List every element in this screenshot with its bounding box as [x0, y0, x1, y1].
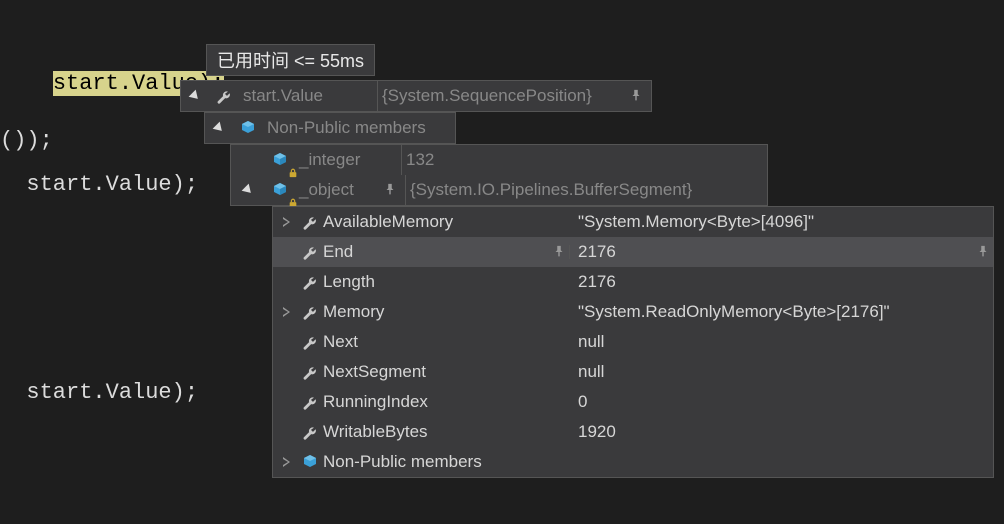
nonpublic-label: Non-Public members: [267, 118, 426, 138]
prop-value: "System.ReadOnlyMemory<Byte>[2176]": [578, 302, 890, 322]
table-row[interactable]: Next null: [273, 327, 993, 357]
prop-value: 0: [578, 392, 587, 412]
expander-nonpublic[interactable]: [205, 113, 233, 143]
wrench-icon: [299, 214, 321, 230]
table-row[interactable]: AvailableMemory "System.Memory<Byte>[4096…: [273, 207, 993, 237]
prop-name: WritableBytes: [323, 422, 428, 442]
wrench-icon: [299, 364, 321, 380]
prop-value: 2176: [578, 242, 616, 262]
expander-object[interactable]: [231, 175, 265, 205]
prop-name: AvailableMemory: [323, 212, 453, 232]
field-value-object: {System.IO.Pipelines.BufferSegment}: [410, 180, 692, 200]
chevron-down-icon: [213, 122, 226, 135]
expander[interactable]: [273, 217, 299, 227]
field-name-object: _object: [299, 180, 354, 200]
expander-root[interactable]: [181, 81, 209, 111]
timing-label: 已用时间 <= 55ms: [217, 47, 364, 73]
pin-button[interactable]: [621, 81, 651, 111]
chevron-down-icon: [242, 184, 255, 197]
class-icon: [233, 113, 263, 143]
expander[interactable]: [273, 307, 299, 317]
prop-name: End: [323, 242, 353, 262]
debug-tip-root[interactable]: start.Value {System.SequencePosition}: [180, 80, 652, 112]
prop-name: Next: [323, 332, 358, 352]
prop-value: 1920: [578, 422, 616, 442]
code-line-2: ());: [0, 128, 53, 153]
table-row[interactable]: WritableBytes 1920: [273, 417, 993, 447]
table-row[interactable]: Memory "System.ReadOnlyMemory<Byte>[2176]…: [273, 297, 993, 327]
prop-value: null: [578, 332, 604, 352]
timing-tip[interactable]: 已用时间 <= 55ms: [206, 44, 375, 76]
code-line-3: start.Value);: [0, 172, 211, 197]
wrench-icon: [299, 394, 321, 410]
table-row-nonpublic[interactable]: Non-Public members: [273, 447, 993, 477]
field-row-object[interactable]: _object {System.IO.Pipelines.BufferSegme…: [231, 175, 767, 205]
debug-tip-nonpublic[interactable]: Non-Public members: [204, 112, 456, 144]
pin-button[interactable]: [375, 175, 405, 205]
wrench-icon: [299, 424, 321, 440]
prop-name: NextSegment: [323, 362, 426, 382]
prop-value: 2176: [578, 272, 616, 292]
chevron-right-icon: [283, 457, 290, 467]
prop-name: RunningIndex: [323, 392, 428, 412]
table-row[interactable]: End 2176: [273, 237, 993, 267]
wrench-icon: [299, 244, 321, 260]
class-icon: [299, 454, 321, 470]
prop-value: null: [578, 362, 604, 382]
wrench-icon: [299, 304, 321, 320]
debug-tip-fields[interactable]: _integer 132 _object {System.IO.Pipeline…: [230, 144, 768, 206]
field-icon: [265, 145, 295, 175]
table-row[interactable]: NextSegment null: [273, 357, 993, 387]
nonpublic-label: Non-Public members: [323, 452, 482, 472]
wrench-icon: [209, 81, 239, 111]
table-row[interactable]: RunningIndex 0: [273, 387, 993, 417]
pin-button[interactable]: [973, 245, 993, 259]
debug-property-table[interactable]: AvailableMemory "System.Memory<Byte>[4096…: [272, 206, 994, 478]
root-name: start.Value: [243, 86, 323, 106]
prop-value: "System.Memory<Byte>[4096]": [578, 212, 814, 232]
field-value-integer: 132: [406, 150, 434, 170]
wrench-icon: [299, 274, 321, 290]
chevron-right-icon: [283, 307, 290, 317]
field-name-integer: _integer: [299, 150, 360, 170]
prop-name: Memory: [323, 302, 384, 322]
pin-button[interactable]: [549, 245, 570, 259]
field-icon: [265, 175, 295, 205]
prop-name: Length: [323, 272, 375, 292]
code-line-4: start.Value);: [0, 380, 198, 405]
chevron-right-icon: [283, 217, 290, 227]
root-value: {System.SequencePosition}: [382, 86, 592, 106]
expander[interactable]: [273, 457, 299, 467]
chevron-down-icon: [189, 90, 202, 103]
field-row-integer[interactable]: _integer 132: [231, 145, 767, 175]
wrench-icon: [299, 334, 321, 350]
table-row[interactable]: Length 2176: [273, 267, 993, 297]
